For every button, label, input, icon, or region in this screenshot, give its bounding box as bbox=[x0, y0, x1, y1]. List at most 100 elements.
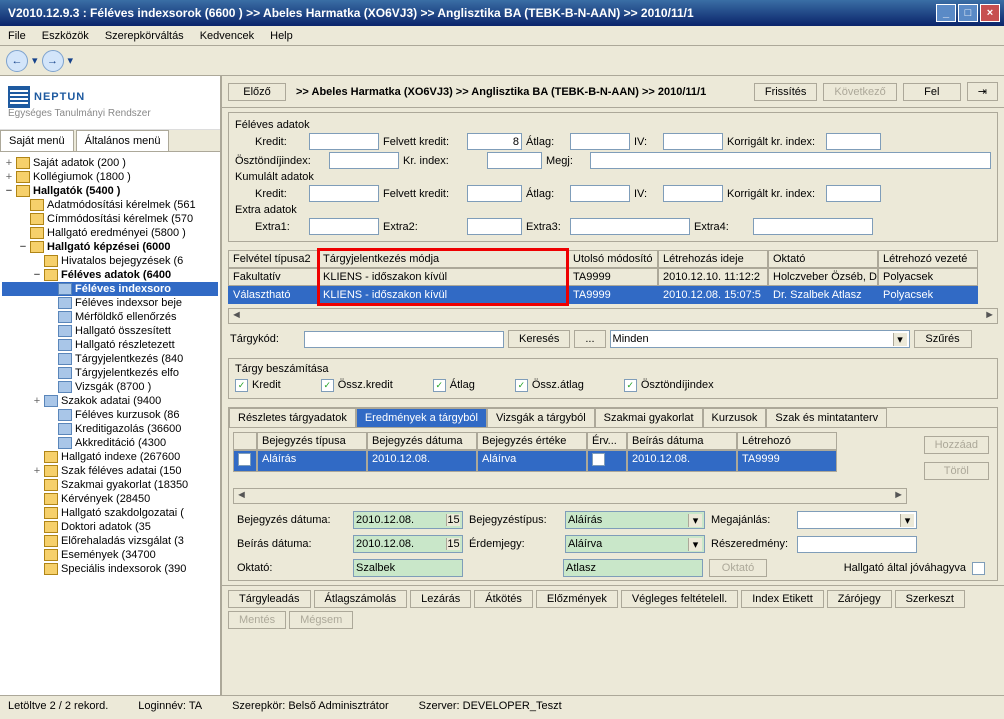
menu-file[interactable]: File bbox=[0, 30, 34, 42]
chk-atlag[interactable]: ✓ bbox=[433, 379, 446, 392]
action-button[interactable]: Átkötés bbox=[474, 590, 533, 608]
e1-input[interactable] bbox=[309, 218, 379, 235]
kredit-input[interactable] bbox=[309, 133, 379, 150]
kum-felvett-input[interactable] bbox=[467, 185, 522, 202]
action-button[interactable]: Átlagszámolás bbox=[314, 590, 408, 608]
action-button[interactable]: Tárgyleadás bbox=[228, 590, 311, 608]
e2-input[interactable] bbox=[467, 218, 522, 235]
targykod-input[interactable] bbox=[304, 331, 504, 348]
tree-item[interactable]: Vizsgák (8700 ) bbox=[2, 380, 218, 394]
menu-help[interactable]: Help bbox=[262, 30, 301, 42]
tree-item[interactable]: Hallgató szakdolgozatai ( bbox=[2, 506, 218, 520]
felvett-input[interactable] bbox=[467, 133, 522, 150]
action-button[interactable]: Mégsem bbox=[289, 611, 353, 629]
menu-kedvencek[interactable]: Kedvencek bbox=[192, 30, 262, 42]
reszer-input[interactable] bbox=[797, 536, 917, 553]
megj-input[interactable] bbox=[590, 152, 991, 169]
chk-osszatlag[interactable]: ✓ bbox=[515, 379, 528, 392]
menu-szerepkor[interactable]: Szerepkörváltás bbox=[97, 30, 192, 42]
prev-button[interactable]: Előző bbox=[228, 83, 286, 101]
action-button[interactable]: Szerkeszt bbox=[895, 590, 965, 608]
next-button[interactable]: Következő bbox=[823, 83, 896, 101]
tree-item[interactable]: Hallgató összesített bbox=[2, 324, 218, 338]
tree-item[interactable]: Féléves indexsoro bbox=[2, 282, 218, 296]
col-header[interactable]: Bejegyzés dátuma bbox=[367, 432, 477, 450]
forward-dropdown-icon[interactable]: ▾ bbox=[68, 54, 74, 67]
back-dropdown-icon[interactable]: ▾ bbox=[32, 54, 38, 67]
torol-button[interactable]: Töröl bbox=[924, 462, 989, 480]
tree-item[interactable]: Szakmai gyakorlat (18350 bbox=[2, 478, 218, 492]
tree-item[interactable]: Hallgató indexe (267600 bbox=[2, 450, 218, 464]
detail-tab[interactable]: Részletes tárgyadatok bbox=[229, 408, 356, 427]
atlag-input[interactable] bbox=[570, 133, 630, 150]
chk-kredit[interactable]: ✓ bbox=[235, 379, 248, 392]
forward-button[interactable]: → bbox=[42, 50, 64, 72]
beirdat-input[interactable]: 2010.12.08. bbox=[356, 538, 414, 550]
col-header[interactable]: Tárgyjelentkezés módja bbox=[318, 250, 568, 268]
tree-item[interactable]: Hivatalos bejegyzések (6 bbox=[2, 254, 218, 268]
bejdat-input[interactable]: 2010.12.08. bbox=[356, 514, 414, 526]
iv-input[interactable] bbox=[663, 133, 723, 150]
action-button[interactable]: Mentés bbox=[228, 611, 286, 629]
col-header[interactable]: Bejegyzés típusa bbox=[257, 432, 367, 450]
detail-tab[interactable]: Eredmények a tárgyból bbox=[356, 408, 487, 427]
e3-input[interactable] bbox=[570, 218, 690, 235]
grid-scrollbar[interactable] bbox=[228, 308, 998, 324]
action-button[interactable]: Előzmények bbox=[536, 590, 618, 608]
kereses-more-button[interactable]: ... bbox=[574, 330, 605, 348]
oktato-first[interactable]: Atlasz bbox=[566, 562, 596, 574]
kum-kredit-input[interactable] bbox=[309, 185, 379, 202]
tree-item[interactable]: −Féléves adatok (6400 bbox=[2, 268, 218, 282]
detail-tab[interactable]: Szak és mintatanterv bbox=[766, 408, 887, 427]
tree-item[interactable]: Adatmódosítási kérelmek (561 bbox=[2, 198, 218, 212]
bejtip-combo[interactable]: Aláírás bbox=[568, 514, 602, 526]
col-header[interactable]: Létrehozó vezeté bbox=[878, 250, 978, 268]
tree-item[interactable]: Kérvények (28450 bbox=[2, 492, 218, 506]
e4-input[interactable] bbox=[753, 218, 873, 235]
detail-tab[interactable]: Vizsgák a tárgyból bbox=[487, 408, 595, 427]
detail-tab[interactable]: Szakmai gyakorlat bbox=[595, 408, 703, 427]
pin-icon[interactable]: ⇥ bbox=[967, 82, 998, 101]
col-header[interactable]: Utolsó módosító bbox=[568, 250, 658, 268]
tree-item[interactable]: Kreditigazolás (36600 bbox=[2, 422, 218, 436]
tree-item[interactable]: −Hallgató képzései (6000 bbox=[2, 240, 218, 254]
kum-atlag-input[interactable] bbox=[570, 185, 630, 202]
back-button[interactable]: ← bbox=[6, 50, 28, 72]
col-header[interactable]: Érv... bbox=[587, 432, 627, 450]
kum-korr-input[interactable] bbox=[826, 185, 881, 202]
oktato-button[interactable]: Oktató bbox=[709, 559, 767, 577]
tree-item[interactable]: Speciális indexsorok (390 bbox=[2, 562, 218, 576]
eredmeny-grid[interactable]: Bejegyzés típusaBejegyzés dátumaBejegyzé… bbox=[233, 432, 912, 484]
col-header[interactable]: Bejegyzés értéke bbox=[477, 432, 587, 450]
tree-item[interactable]: Események (34700 bbox=[2, 548, 218, 562]
col-header[interactable]: Beírás dátuma bbox=[627, 432, 737, 450]
minimize-button[interactable]: _ bbox=[936, 4, 956, 22]
refresh-button[interactable]: Frissítés bbox=[754, 83, 818, 101]
detail-tab[interactable]: Kurzusok bbox=[703, 408, 767, 427]
col-header[interactable]: Oktató bbox=[768, 250, 878, 268]
up-button[interactable]: Fel bbox=[903, 83, 961, 101]
col-header[interactable]: Felvétel típusa2 bbox=[228, 250, 318, 268]
col-header[interactable] bbox=[233, 432, 257, 450]
kereses-button[interactable]: Keresés bbox=[508, 330, 570, 348]
tree-item[interactable]: Doktori adatok (35 bbox=[2, 520, 218, 534]
col-header[interactable]: Létrehozó bbox=[737, 432, 837, 450]
korr-input[interactable] bbox=[826, 133, 881, 150]
tree-item[interactable]: −Hallgatók (5400 ) bbox=[2, 184, 218, 198]
osztdij-input[interactable] bbox=[329, 152, 399, 169]
nav-tree[interactable]: +Saját adatok (200 )+Kollégiumok (1800 )… bbox=[0, 152, 220, 695]
tree-item[interactable]: Akkreditáció (4300 bbox=[2, 436, 218, 450]
kum-iv-input[interactable] bbox=[663, 185, 723, 202]
tree-item[interactable]: +Szakok adatai (9400 bbox=[2, 394, 218, 408]
tree-item[interactable]: Tárgyjelentkezés elfo bbox=[2, 366, 218, 380]
szures-button[interactable]: Szűrés bbox=[914, 330, 972, 348]
chk-osszkredit[interactable]: ✓ bbox=[321, 379, 334, 392]
tab-sajat-menu[interactable]: Saját menü bbox=[0, 130, 74, 151]
action-button[interactable]: Index Etikett bbox=[741, 590, 824, 608]
filter-combo[interactable]: Minden bbox=[613, 333, 649, 345]
tree-item[interactable]: Előrehaladás vizsgálat (3 bbox=[2, 534, 218, 548]
tree-item[interactable]: +Kollégiumok (1800 ) bbox=[2, 170, 218, 184]
close-button[interactable]: × bbox=[980, 4, 1000, 22]
kridx-input[interactable] bbox=[487, 152, 542, 169]
action-button[interactable]: Lezárás bbox=[410, 590, 471, 608]
